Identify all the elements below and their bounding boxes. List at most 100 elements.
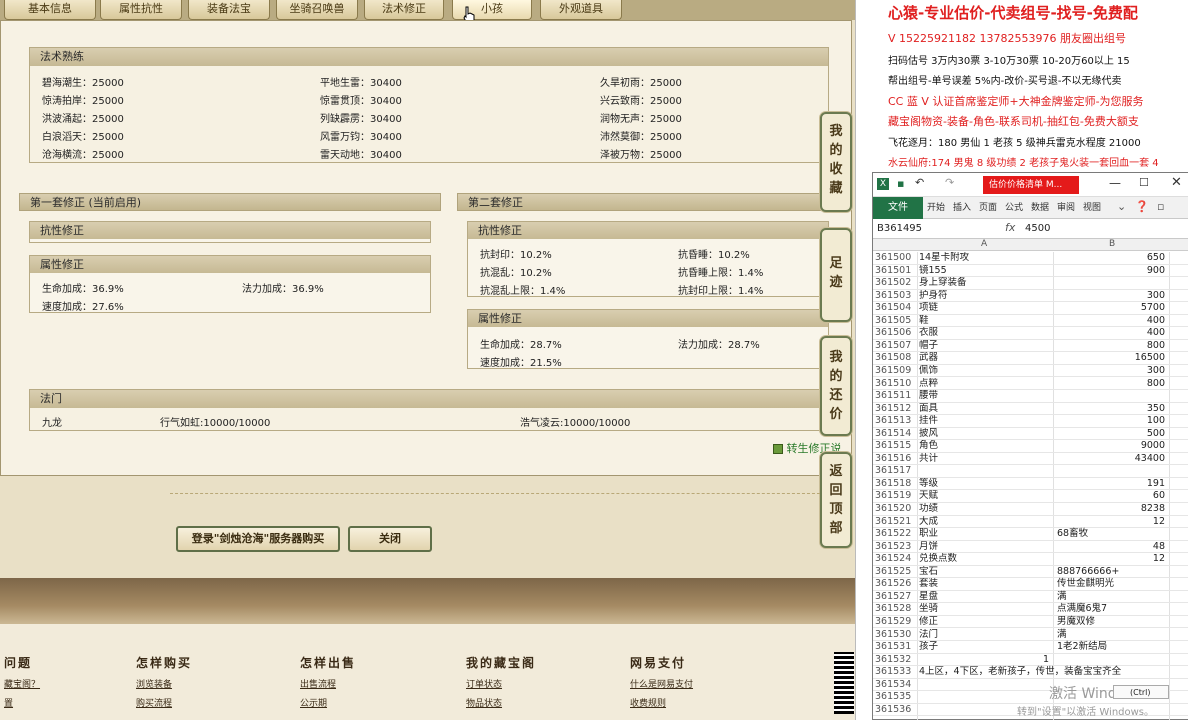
ribbon-page[interactable]: 页面 <box>979 197 997 219</box>
cell-a[interactable]: 月饼 <box>919 541 1051 553</box>
cell-b[interactable]: 60 <box>1055 490 1165 502</box>
column-header-a[interactable]: A <box>981 239 987 249</box>
tab-mounts-pets[interactable]: 坐骑召唤兽 <box>276 0 358 20</box>
tab-equipment[interactable]: 装备法宝 <box>188 0 270 20</box>
ribbon-insert[interactable]: 插入 <box>953 197 971 219</box>
cell-b[interactable]: 400 <box>1055 327 1165 339</box>
cell-a[interactable]: 星盘 <box>919 591 1051 603</box>
table-row[interactable]: 361515 角色 9000 <box>873 440 1188 453</box>
cell-b[interactable]: 48 <box>1055 541 1165 553</box>
column-header-b[interactable]: B <box>1109 239 1115 249</box>
footer-link[interactable]: 订单状态 <box>466 677 606 690</box>
table-row[interactable]: 361513 挂件 100 <box>873 415 1188 428</box>
close-window-icon[interactable]: ✕ <box>1171 175 1182 190</box>
cell-a[interactable]: 共计 <box>919 453 1051 465</box>
cell-a[interactable]: 身上穿装备 <box>919 277 1051 289</box>
cell-b[interactable]: 888766666+ <box>1057 566 1167 578</box>
cell-b[interactable]: 8238 <box>1055 503 1165 515</box>
cell-b[interactable]: 191 <box>1055 478 1165 490</box>
footer-link[interactable]: 收费规则 <box>630 696 770 709</box>
help-icon[interactable]: ❓ <box>1135 200 1149 213</box>
cell-b[interactable]: 9000 <box>1055 440 1165 452</box>
table-row[interactable]: 361506 衣服 400 <box>873 327 1188 340</box>
cell-a[interactable]: 点粹 <box>919 378 1051 390</box>
tab-spell-correction[interactable]: 法术修正 <box>364 0 444 20</box>
cell-a[interactable]: 职业 <box>919 528 1051 540</box>
sidebar-favorites[interactable]: 我的收藏 <box>820 112 852 212</box>
cell-b[interactable]: 800 <box>1055 378 1165 390</box>
cell-b[interactable]: 400 <box>1055 315 1165 327</box>
cell-b[interactable]: 68畜牧 <box>1057 528 1167 540</box>
cell-b[interactable]: 100 <box>1055 415 1165 427</box>
table-row[interactable]: 361523 月饼 48 <box>873 541 1188 554</box>
footer-link[interactable]: 购买流程 <box>136 696 276 709</box>
footer-link[interactable]: 物品状态 <box>466 696 606 709</box>
ribbon-view[interactable]: 视图 <box>1083 197 1101 219</box>
cell-b[interactable]: 点满魔6鬼7 <box>1057 603 1167 615</box>
tab-appearance[interactable]: 外观道具 <box>540 0 622 20</box>
table-row[interactable]: 361529 修正 男魔双修 <box>873 616 1188 629</box>
cell-b[interactable]: 传世金麒明光 <box>1057 578 1167 590</box>
cell-b[interactable]: 500 <box>1055 428 1165 440</box>
minimize-ribbon-icon[interactable]: ▫ <box>1157 200 1164 213</box>
cell-a[interactable]: 宝石 <box>919 566 1051 578</box>
login-purchase-button[interactable]: 登录"剑烛沧海"服务器购买 <box>176 526 340 552</box>
table-row[interactable]: 361527 星盘满 <box>873 591 1188 604</box>
table-row[interactable]: 361533 4上区，4下区，老新孩子，传世，装备宝宝齐全 <box>873 666 1188 679</box>
cell-a[interactable]: 武器 <box>919 352 1051 364</box>
cell-a[interactable]: 挂件 <box>919 415 1051 427</box>
cell-b[interactable]: 16500 <box>1055 352 1165 364</box>
cell-b[interactable]: 300 <box>1055 290 1165 302</box>
cell-b[interactable]: 650 <box>1055 252 1165 264</box>
table-row[interactable]: 361501 镜155 900 <box>873 265 1188 278</box>
cell-a[interactable]: 天赋 <box>919 490 1051 502</box>
cell-a[interactable]: 坐骑 <box>919 603 1051 615</box>
table-row[interactable]: 361525 宝石 888766666+ <box>873 566 1188 579</box>
cell-a[interactable]: 角色 <box>919 440 1051 452</box>
table-row[interactable]: 361519 天赋 60 <box>873 490 1188 503</box>
cell-a[interactable]: 兑换点数 <box>919 553 1051 565</box>
cell-a[interactable]: 孩子 <box>919 641 1051 653</box>
cell-a[interactable]: 修正 <box>919 616 1051 628</box>
cell-a[interactable]: 腰带 <box>919 390 1051 402</box>
cell-a[interactable]: 披风 <box>919 428 1051 440</box>
undo-icon[interactable]: ↶ <box>915 176 924 189</box>
minimize-icon[interactable]: — <box>1109 176 1121 190</box>
table-row[interactable]: 361503 护身符 300 <box>873 290 1188 303</box>
cell-b[interactable]: 900 <box>1055 265 1165 277</box>
sidebar-history[interactable]: 足迹 <box>820 228 852 322</box>
ribbon-formula[interactable]: 公式 <box>1005 197 1023 219</box>
sidebar-back-to-top[interactable]: 返回顶部 <box>820 452 852 548</box>
table-row[interactable]: 361524 兑换点数 12 <box>873 553 1188 566</box>
table-row[interactable]: 361505 鞋 400 <box>873 315 1188 328</box>
ribbon-data[interactable]: 数据 <box>1031 197 1049 219</box>
cell-a[interactable]: 面具 <box>919 403 1051 415</box>
table-row[interactable]: 361532 1 <box>873 654 1188 667</box>
cell-a[interactable]: 法门 <box>919 629 1051 641</box>
table-row[interactable]: 361502 身上穿装备 <box>873 277 1188 290</box>
table-row[interactable]: 361512 面具 350 <box>873 403 1188 416</box>
ribbon-home[interactable]: 开始 <box>927 197 945 219</box>
table-row[interactable]: 361517 <box>873 465 1188 478</box>
cell-b[interactable]: 满 <box>1057 629 1167 641</box>
cell-b[interactable]: 1 <box>1043 654 1153 666</box>
footer-link[interactable]: 出售流程 <box>300 677 440 690</box>
cell-b[interactable]: 43400 <box>1055 453 1165 465</box>
table-row[interactable]: 361528 坐骑 点满魔6鬼7 <box>873 603 1188 616</box>
cell-a[interactable]: 4上区，4下区，老新孩子，传世，装备宝宝齐全 <box>919 666 1188 678</box>
table-row[interactable]: 361504 项链 5700 <box>873 302 1188 315</box>
cell-a[interactable]: 衣服 <box>919 327 1051 339</box>
table-row[interactable]: 361521 大成 12 <box>873 516 1188 529</box>
footer-link[interactable]: 公示期 <box>300 696 440 709</box>
table-row[interactable]: 361514 披风 500 <box>873 428 1188 441</box>
tab-basic-info[interactable]: 基本信息 <box>4 0 96 20</box>
cell-b[interactable]: 300 <box>1055 365 1165 377</box>
table-row[interactable]: 361530 法门满 <box>873 629 1188 641</box>
cell-b[interactable]: 5700 <box>1055 302 1165 314</box>
table-row[interactable]: 361509 佩饰 300 <box>873 365 1188 378</box>
name-box[interactable]: B361495 <box>877 222 957 236</box>
cell-a[interactable]: 护身符 <box>919 290 1051 302</box>
tab-attributes[interactable]: 属性抗性 <box>100 0 182 20</box>
cell-b[interactable]: 12 <box>1055 516 1165 528</box>
cell-a[interactable]: 项链 <box>919 302 1051 314</box>
